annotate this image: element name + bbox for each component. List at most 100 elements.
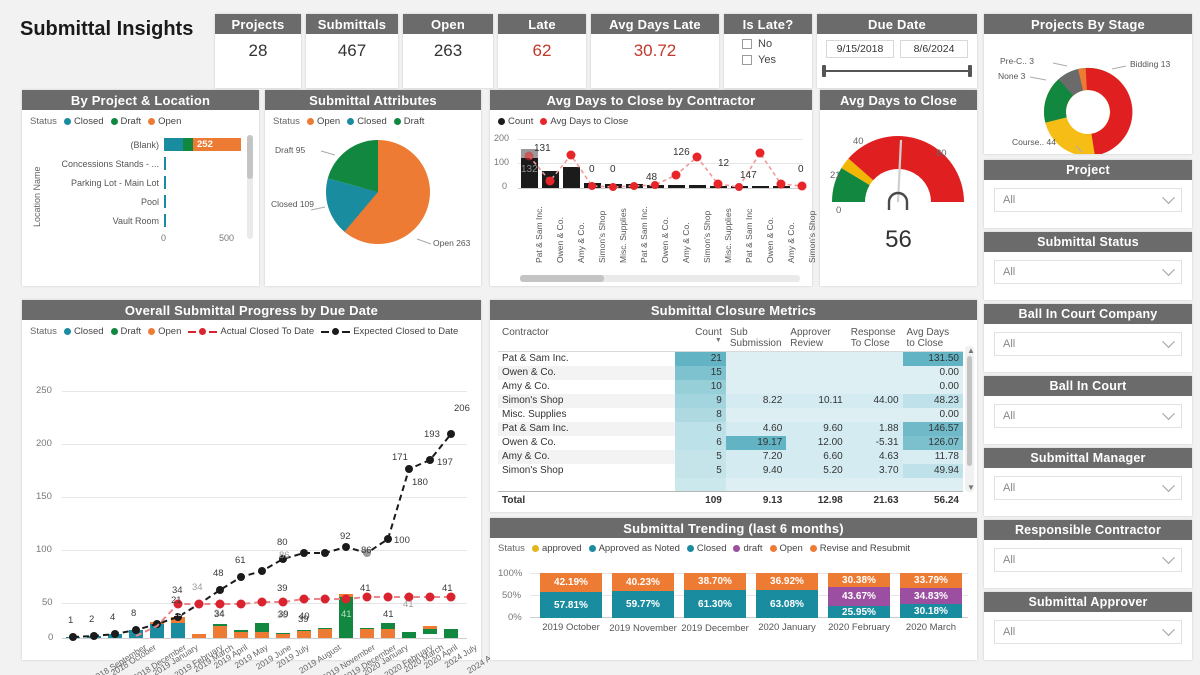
bar-chart-area: Location Name (Blank) 252 Concessions St… xyxy=(22,135,259,246)
table-row[interactable]: Simon's Shop 9 8.22 10.11 44.00 48.23 xyxy=(498,393,963,408)
chevron-down-icon[interactable]: ▼ xyxy=(967,483,975,492)
table-header-row: Contractor Count ▼ Sub Submission Approv… xyxy=(498,324,963,352)
slicer-title: Responsible Contractor xyxy=(984,520,1192,540)
col-response-to-close[interactable]: Response To Close xyxy=(846,324,903,352)
kpi-card-submittals: Submittals 467 xyxy=(306,14,398,88)
trend-stack[interactable]: 33.79% 34.83% 30.18% xyxy=(900,573,962,618)
slicer-value: All xyxy=(1003,338,1016,350)
due-date-range-slider[interactable] xyxy=(822,65,972,77)
kpi-label: Late xyxy=(498,14,586,34)
legend-item-open[interactable]: Open xyxy=(769,543,803,554)
trend-stack[interactable]: 42.19% 57.81% xyxy=(540,573,602,618)
chevron-down-icon[interactable] xyxy=(1162,550,1175,564)
table-row[interactable]: Parking Lot - Main Lot xyxy=(36,173,259,192)
table-row[interactable]: Simon's Shop 5 9.40 5.20 3.70 49.94 xyxy=(498,463,963,478)
legend-item-draft[interactable]: draft xyxy=(733,543,763,554)
chevron-down-icon[interactable] xyxy=(1162,478,1175,492)
slicer-dropdown[interactable]: All xyxy=(994,188,1182,212)
table-row[interactable]: (Blank) 252 xyxy=(36,135,259,154)
col-sub-submission[interactable]: Sub Submission xyxy=(725,324,787,352)
due-date-start-input[interactable]: 9/15/2018 xyxy=(826,40,894,58)
x-tick: Amy & Co. xyxy=(681,222,691,263)
avg-days-by-contractor-card: Avg Days to Close by Contractor Count Av… xyxy=(490,90,817,286)
table-row[interactable]: Amy & Co. 10 0.00 xyxy=(498,379,963,394)
kpi-value: 62 xyxy=(532,41,552,60)
legend-item-closed[interactable]: Closed xyxy=(686,543,726,554)
vertical-scrollbar[interactable] xyxy=(247,135,253,239)
slicer-dropdown[interactable]: All xyxy=(994,260,1182,284)
slicer-dropdown[interactable]: All xyxy=(994,332,1182,356)
due-date-end-input[interactable]: 8/6/2024 xyxy=(900,40,968,58)
bars-container: (Blank) 252 Concessions Stands - ... Par… xyxy=(36,135,259,230)
table-row[interactable]: Concessions Stands - ... xyxy=(36,154,259,173)
slicer-dropdown[interactable]: All xyxy=(994,404,1182,428)
x-tick: 500 xyxy=(219,233,235,243)
legend-item-approved[interactable]: approved xyxy=(531,543,582,554)
col-approver-review[interactable]: Approver Review xyxy=(786,324,847,352)
trend-stack[interactable]: 40.23% 59.77% xyxy=(612,573,674,618)
legend-item-revise-resubmit[interactable]: Revise and Resubmit xyxy=(809,543,910,554)
legend-item-expected[interactable]: Expected Closed to Date xyxy=(321,326,458,337)
table-row[interactable]: Pat & Sam Inc. 6 4.60 9.60 1.88 146.57 xyxy=(498,421,963,436)
x-tick: 2020 March xyxy=(905,622,957,633)
col-contractor[interactable]: Contractor xyxy=(498,324,675,352)
kpi-value: 263 xyxy=(433,41,463,60)
legend-item-draft[interactable]: Draft xyxy=(393,116,424,127)
legend-item-closed[interactable]: Closed xyxy=(347,116,387,127)
table-row[interactable]: Owen & Co. 15 0.00 xyxy=(498,365,963,380)
col-avg-days-to-close[interactable]: Avg Days to Close xyxy=(902,324,963,352)
legend-item-avg-days[interactable]: Avg Days to Close xyxy=(540,116,628,127)
legend-item-closed[interactable]: Closed xyxy=(63,116,104,127)
chevron-up-icon[interactable]: ▲ xyxy=(967,346,975,355)
checkbox-icon[interactable] xyxy=(742,55,752,65)
slicer-dropdown[interactable]: All xyxy=(994,548,1182,572)
data-label: 8 xyxy=(131,608,137,619)
card-title: Submittal Attributes xyxy=(265,90,481,110)
legend-item-open[interactable]: Open xyxy=(148,116,181,127)
x-tick: Simon's Shop xyxy=(702,210,712,263)
slider-handle-right[interactable] xyxy=(968,65,972,77)
table-row[interactable]: Misc. Supplies 8 0.00 xyxy=(498,407,963,422)
x-tick: Pat & Sam Inc. xyxy=(639,206,649,263)
col-count[interactable]: Count ▼ xyxy=(674,324,726,352)
slicer-submittal-approver: Submittal Approver All xyxy=(984,592,1192,660)
table-row[interactable]: Amy & Co. 5 7.20 6.60 4.63 11.78 xyxy=(498,449,963,464)
chevron-down-icon[interactable] xyxy=(1162,622,1175,636)
horizontal-scrollbar[interactable] xyxy=(520,275,800,282)
legend-item-approved-as-noted[interactable]: Approved as Noted xyxy=(588,543,680,554)
table-row[interactable]: Owen & Co. 6 19.17 12.00 -5.31 126.07 xyxy=(498,435,963,450)
legend-item-open[interactable]: Open xyxy=(148,326,181,337)
slider-handle-left[interactable] xyxy=(822,65,826,77)
legend-item-open[interactable]: Open xyxy=(306,116,340,127)
slicer-dropdown[interactable]: All xyxy=(994,476,1182,500)
chevron-down-icon[interactable] xyxy=(1162,190,1175,204)
donut-label-prec: Pre-C.. 3 xyxy=(1000,56,1035,66)
legend-item-draft[interactable]: Draft xyxy=(110,326,141,337)
trend-stack[interactable]: 30.38% 43.67% 25.95% xyxy=(828,573,890,618)
sort-descending-icon[interactable]: ▼ xyxy=(679,337,722,344)
table-row[interactable]: Pool xyxy=(36,192,259,211)
chevron-down-icon[interactable] xyxy=(1162,262,1175,276)
is-late-option-no[interactable]: No xyxy=(724,38,812,50)
y-tick: 100% xyxy=(498,568,523,579)
trend-stack[interactable]: 38.70% 61.30% xyxy=(684,573,746,618)
chevron-down-icon[interactable] xyxy=(1162,334,1175,348)
x-tick: Misc. Supplies xyxy=(723,208,733,263)
is-late-option-yes[interactable]: Yes xyxy=(724,54,812,66)
kpi-value: 30.72 xyxy=(633,41,677,60)
card-title: Avg Days to Close xyxy=(820,90,977,110)
trend-stack[interactable]: 36.92% 63.08% xyxy=(756,573,818,618)
legend-item-closed[interactable]: Closed xyxy=(63,326,104,337)
data-label-overlay: 132 xyxy=(521,164,538,175)
table-row[interactable]: Vault Room xyxy=(36,211,259,230)
legend-item-count[interactable]: Count xyxy=(498,116,533,127)
chevron-down-icon[interactable] xyxy=(1162,406,1175,420)
legend-item-draft[interactable]: Draft xyxy=(110,116,141,127)
table-row[interactable]: Pat & Sam Inc. 21 131.50 xyxy=(498,351,963,366)
legend-item-actual[interactable]: Actual Closed To Date xyxy=(188,326,314,337)
scrollbar-thumb[interactable] xyxy=(967,356,972,466)
vertical-scrollbar[interactable]: ▲ ▼ xyxy=(965,346,975,492)
checkbox-icon[interactable] xyxy=(742,39,752,49)
slicer-dropdown[interactable]: All xyxy=(994,620,1182,644)
gauge-chart: 40 80 21 0 56 xyxy=(820,110,977,282)
